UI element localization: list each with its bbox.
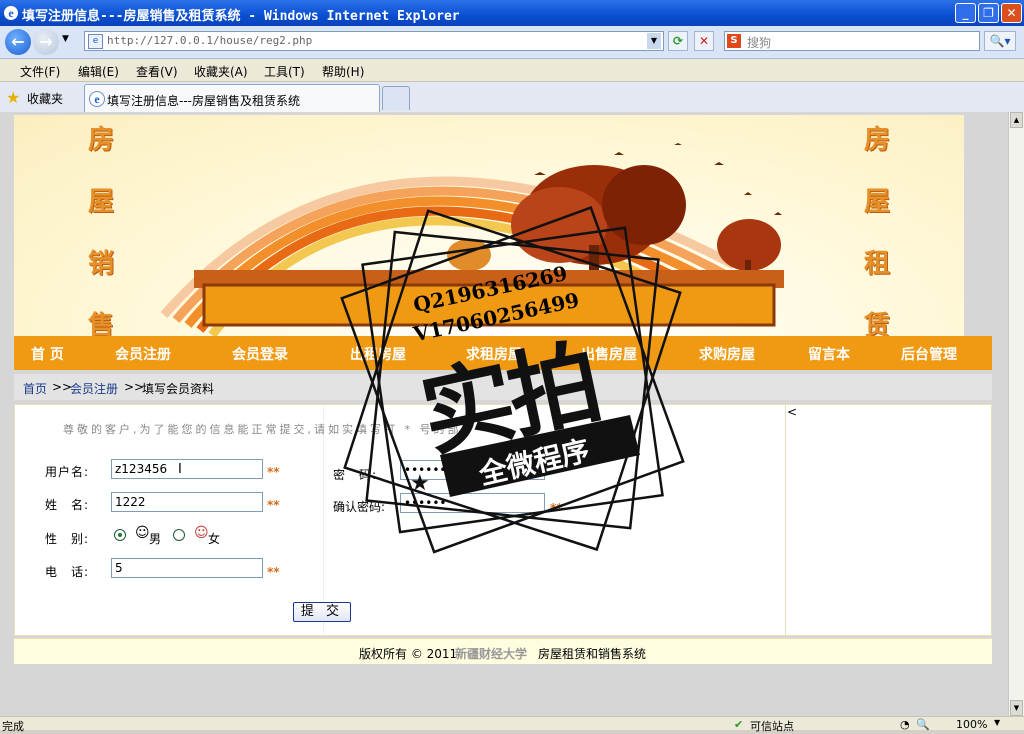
- protected-mode-icon: ◔: [900, 718, 910, 731]
- zoom-dropdown-icon[interactable]: ▼: [994, 718, 1000, 727]
- breadcrumb-register[interactable]: 会员注册: [70, 380, 118, 397]
- footer-university: 新疆财经大学: [455, 647, 528, 661]
- address-toolbar: ← → ▼ e http://127.0.0.1/house/reg2.php …: [0, 26, 1024, 59]
- vertical-scrollbar[interactable]: ▲ ▼: [1008, 112, 1024, 716]
- close-window-button[interactable]: ✕: [1001, 3, 1022, 23]
- menu-favorites[interactable]: 收藏夹(A): [194, 63, 248, 80]
- search-engine-icon: S: [727, 34, 741, 48]
- security-zone[interactable]: 可信站点: [750, 718, 794, 734]
- menu-edit[interactable]: 编辑(E): [78, 63, 119, 80]
- female-avatar-icon: ☺: [194, 525, 209, 541]
- history-dropdown-icon[interactable]: ▼: [62, 34, 69, 44]
- nav-login[interactable]: 会员登录: [232, 344, 288, 364]
- favorites-star-icon[interactable]: ★: [6, 88, 20, 107]
- banner-left-char-2: 屋: [88, 187, 115, 217]
- banner-left-char-1: 房: [88, 125, 115, 155]
- zoom-icon: 🔍: [916, 718, 930, 731]
- submit-button[interactable]: 提 交: [293, 602, 351, 622]
- nav-guestbook[interactable]: 留言本: [808, 344, 850, 364]
- minimize-button[interactable]: _: [955, 3, 976, 23]
- window-title: 填写注册信息---房屋销售及租赁系统 - Windows Internet Ex…: [22, 9, 460, 24]
- breadcrumb-current: 填写会员资料: [142, 382, 215, 396]
- tab-bar: ★ 收藏夹 e 填写注册信息---房屋销售及租赁系统: [0, 82, 1024, 113]
- gender-female-label: 女: [208, 532, 221, 546]
- nav-home[interactable]: 首 页: [31, 344, 64, 364]
- column-divider: [323, 405, 324, 635]
- menu-file[interactable]: 文件(F): [20, 63, 60, 80]
- nav-buy[interactable]: 求购房屋: [699, 344, 755, 364]
- gender-male-radio[interactable]: [114, 529, 126, 541]
- search-box[interactable]: S 搜狗: [724, 31, 980, 51]
- text-cursor-icon: Ⅰ: [178, 462, 182, 477]
- status-bar: 完成 ✔ 可信站点 ◔ 🔍 100% ▼: [0, 716, 1024, 733]
- address-bar[interactable]: e http://127.0.0.1/house/reg2.php ▼: [84, 31, 664, 51]
- menu-view[interactable]: 查看(V): [136, 63, 178, 80]
- favorites-button[interactable]: 收藏夹: [27, 90, 63, 107]
- footer-system-name: 房屋租赁和销售系统: [538, 647, 647, 661]
- tab-page-icon: e: [89, 91, 105, 107]
- banner-left-char-4: 售: [88, 311, 115, 337]
- scroll-down-icon[interactable]: ▼: [1010, 700, 1023, 716]
- sidebar-divider: [785, 405, 786, 635]
- refresh-icon[interactable]: ⟳: [668, 31, 688, 51]
- forward-button[interactable]: →: [33, 29, 59, 55]
- status-text: 完成: [2, 720, 24, 733]
- male-avatar-icon: ☺: [135, 525, 150, 541]
- banner-left-char-3: 销: [88, 249, 115, 279]
- restore-button[interactable]: ❐: [978, 3, 999, 23]
- search-placeholder: 搜狗: [747, 36, 772, 50]
- gender-female-radio[interactable]: [173, 529, 185, 541]
- tab-title: 填写注册信息---房屋销售及租赁系统: [107, 94, 300, 108]
- phone-input[interactable]: 5: [111, 558, 263, 578]
- tab-active[interactable]: e 填写注册信息---房屋销售及租赁系统: [84, 84, 380, 112]
- required-mark: **: [267, 465, 280, 479]
- nav-admin[interactable]: 后台管理: [901, 344, 957, 364]
- ie-logo-icon: e: [4, 6, 18, 20]
- required-mark: **: [267, 498, 280, 512]
- realname-label: 姓 名:: [45, 498, 90, 512]
- banner-right-char-3: 租: [864, 249, 891, 279]
- gender-label: 性 别:: [45, 532, 90, 546]
- banner-right-char-2: 屋: [864, 187, 891, 217]
- gender-male-label: 男: [149, 532, 162, 546]
- page-icon: e: [88, 34, 103, 49]
- nav-register[interactable]: 会员注册: [115, 344, 171, 364]
- footer-copyright: 版权所有 © 2011: [359, 647, 458, 661]
- back-button[interactable]: ←: [5, 29, 31, 55]
- trusted-check-icon: ✔: [734, 718, 744, 731]
- required-mark: **: [267, 565, 280, 579]
- banner-right-char-1: 房: [864, 125, 891, 155]
- watermark-stamp: ★ ★ Q2196316269 V17060256499 实拍 全微程序: [340, 205, 685, 555]
- stop-icon[interactable]: ✕: [694, 31, 714, 51]
- address-dropdown-icon[interactable]: ▼: [647, 33, 661, 49]
- address-url: http://127.0.0.1/house/reg2.php: [107, 34, 313, 47]
- menu-tools[interactable]: 工具(T): [264, 63, 305, 80]
- new-tab-button[interactable]: [382, 86, 410, 110]
- search-go-icon[interactable]: 🔍▾: [984, 31, 1016, 51]
- username-label: 用户名:: [45, 465, 90, 479]
- side-arrow-icon: <: [787, 405, 798, 419]
- phone-label: 电 话:: [45, 565, 90, 579]
- realname-input[interactable]: 1222: [111, 492, 263, 512]
- menu-bar: 文件(F) 编辑(E) 查看(V) 收藏夹(A) 工具(T) 帮助(H): [0, 59, 1024, 82]
- site-footer: 版权所有 © 2011 新疆财经大学 房屋租赁和销售系统: [14, 638, 992, 664]
- svg-text:★: ★: [618, 426, 638, 451]
- zoom-level[interactable]: 100%: [956, 718, 987, 731]
- breadcrumb-home[interactable]: 首页: [23, 380, 47, 397]
- scroll-up-icon[interactable]: ▲: [1010, 112, 1023, 128]
- window-title-bar: e 填写注册信息---房屋销售及租赁系统 - Windows Internet …: [0, 0, 1024, 26]
- menu-help[interactable]: 帮助(H): [322, 63, 364, 80]
- username-input[interactable]: z123456: [111, 459, 263, 479]
- banner-right-char-4: 赁: [864, 311, 891, 337]
- svg-text:★: ★: [410, 471, 430, 496]
